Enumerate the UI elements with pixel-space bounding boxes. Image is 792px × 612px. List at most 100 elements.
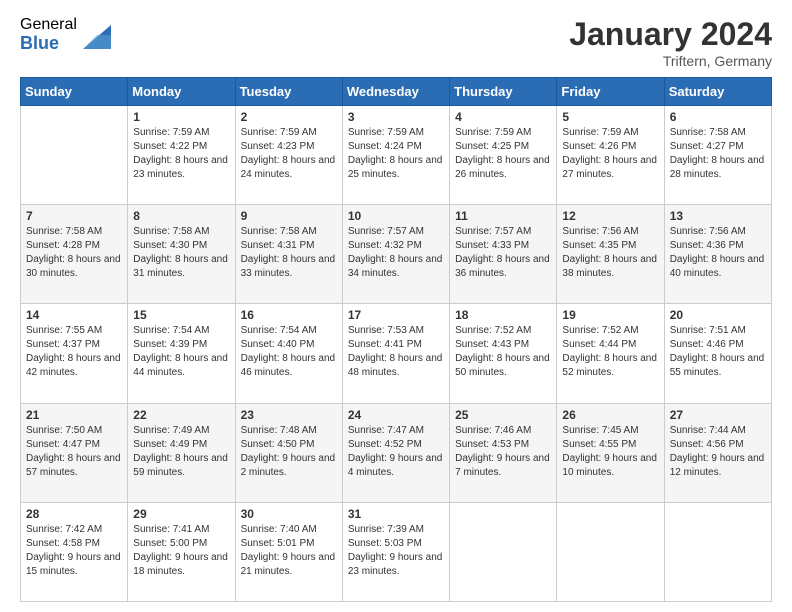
table-row: 18 Sunrise: 7:52 AM Sunset: 4:43 PM Dayl… [450,304,557,403]
sunrise-text: Sunrise: 7:56 AM [562,226,638,237]
table-row: 26 Sunrise: 7:45 AM Sunset: 4:55 PM Dayl… [557,403,664,502]
day-number: 18 [455,308,551,322]
sunset-text: Sunset: 4:23 PM [241,141,315,152]
day-number: 27 [670,408,766,422]
table-row: 2 Sunrise: 7:59 AM Sunset: 4:23 PM Dayli… [235,106,342,205]
sunset-text: Sunset: 4:49 PM [133,439,207,450]
day-detail: Sunrise: 7:45 AM Sunset: 4:55 PM Dayligh… [562,424,658,480]
calendar-week-row: 14 Sunrise: 7:55 AM Sunset: 4:37 PM Dayl… [21,304,772,403]
day-number: 8 [133,209,229,223]
day-number: 6 [670,110,766,124]
calendar-week-row: 1 Sunrise: 7:59 AM Sunset: 4:22 PM Dayli… [21,106,772,205]
day-detail: Sunrise: 7:59 AM Sunset: 4:23 PM Dayligh… [241,126,337,182]
daylight-text: Daylight: 8 hours and 23 minutes. [133,155,228,180]
sunrise-text: Sunrise: 7:41 AM [133,524,209,535]
day-detail: Sunrise: 7:46 AM Sunset: 4:53 PM Dayligh… [455,424,551,480]
day-detail: Sunrise: 7:57 AM Sunset: 4:33 PM Dayligh… [455,225,551,281]
table-row: 20 Sunrise: 7:51 AM Sunset: 4:46 PM Dayl… [664,304,771,403]
day-detail: Sunrise: 7:50 AM Sunset: 4:47 PM Dayligh… [26,424,122,480]
sunset-text: Sunset: 4:32 PM [348,240,422,251]
header-wednesday: Wednesday [342,78,449,106]
day-number: 23 [241,408,337,422]
sunrise-text: Sunrise: 7:50 AM [26,425,102,436]
day-number: 10 [348,209,444,223]
calendar-table: Sunday Monday Tuesday Wednesday Thursday… [20,77,772,602]
day-detail: Sunrise: 7:57 AM Sunset: 4:32 PM Dayligh… [348,225,444,281]
sunrise-text: Sunrise: 7:52 AM [455,325,531,336]
table-row: 16 Sunrise: 7:54 AM Sunset: 4:40 PM Dayl… [235,304,342,403]
daylight-text: Daylight: 9 hours and 21 minutes. [241,552,336,577]
sunrise-text: Sunrise: 7:59 AM [133,127,209,138]
sunrise-text: Sunrise: 7:44 AM [670,425,746,436]
daylight-text: Daylight: 8 hours and 38 minutes. [562,254,657,279]
daylight-text: Daylight: 8 hours and 34 minutes. [348,254,443,279]
day-number: 14 [26,308,122,322]
sunrise-text: Sunrise: 7:59 AM [455,127,531,138]
table-row: 1 Sunrise: 7:59 AM Sunset: 4:22 PM Dayli… [128,106,235,205]
sunrise-text: Sunrise: 7:57 AM [455,226,531,237]
sunrise-text: Sunrise: 7:42 AM [26,524,102,535]
day-detail: Sunrise: 7:52 AM Sunset: 4:43 PM Dayligh… [455,324,551,380]
header-friday: Friday [557,78,664,106]
daylight-text: Daylight: 9 hours and 18 minutes. [133,552,228,577]
calendar-week-row: 7 Sunrise: 7:58 AM Sunset: 4:28 PM Dayli… [21,205,772,304]
sunset-text: Sunset: 4:22 PM [133,141,207,152]
day-detail: Sunrise: 7:58 AM Sunset: 4:28 PM Dayligh… [26,225,122,281]
day-detail: Sunrise: 7:48 AM Sunset: 4:50 PM Dayligh… [241,424,337,480]
daylight-text: Daylight: 8 hours and 30 minutes. [26,254,121,279]
table-row: 22 Sunrise: 7:49 AM Sunset: 4:49 PM Dayl… [128,403,235,502]
sunrise-text: Sunrise: 7:56 AM [670,226,746,237]
table-row [21,106,128,205]
day-number: 11 [455,209,551,223]
day-detail: Sunrise: 7:58 AM Sunset: 4:27 PM Dayligh… [670,126,766,182]
sunrise-text: Sunrise: 7:59 AM [348,127,424,138]
sunset-text: Sunset: 4:30 PM [133,240,207,251]
table-row: 29 Sunrise: 7:41 AM Sunset: 5:00 PM Dayl… [128,502,235,601]
day-number: 31 [348,507,444,521]
day-detail: Sunrise: 7:47 AM Sunset: 4:52 PM Dayligh… [348,424,444,480]
daylight-text: Daylight: 8 hours and 42 minutes. [26,353,121,378]
day-number: 22 [133,408,229,422]
day-number: 28 [26,507,122,521]
day-number: 19 [562,308,658,322]
day-number: 7 [26,209,122,223]
daylight-text: Daylight: 9 hours and 4 minutes. [348,453,443,478]
day-detail: Sunrise: 7:58 AM Sunset: 4:31 PM Dayligh… [241,225,337,281]
day-detail: Sunrise: 7:59 AM Sunset: 4:25 PM Dayligh… [455,126,551,182]
day-number: 29 [133,507,229,521]
calendar-header-row: Sunday Monday Tuesday Wednesday Thursday… [21,78,772,106]
sunrise-text: Sunrise: 7:58 AM [133,226,209,237]
sunset-text: Sunset: 4:58 PM [26,538,100,549]
logo-general: General [20,16,77,34]
location: Triftern, Germany [569,53,772,69]
day-number: 30 [241,507,337,521]
day-number: 21 [26,408,122,422]
day-number: 17 [348,308,444,322]
table-row: 11 Sunrise: 7:57 AM Sunset: 4:33 PM Dayl… [450,205,557,304]
table-row: 27 Sunrise: 7:44 AM Sunset: 4:56 PM Dayl… [664,403,771,502]
day-detail: Sunrise: 7:54 AM Sunset: 4:39 PM Dayligh… [133,324,229,380]
table-row: 23 Sunrise: 7:48 AM Sunset: 4:50 PM Dayl… [235,403,342,502]
sunrise-text: Sunrise: 7:59 AM [562,127,638,138]
table-row: 17 Sunrise: 7:53 AM Sunset: 4:41 PM Dayl… [342,304,449,403]
daylight-text: Daylight: 8 hours and 50 minutes. [455,353,550,378]
sunset-text: Sunset: 4:39 PM [133,339,207,350]
sunset-text: Sunset: 4:26 PM [562,141,636,152]
sunrise-text: Sunrise: 7:54 AM [241,325,317,336]
day-number: 26 [562,408,658,422]
table-row: 10 Sunrise: 7:57 AM Sunset: 4:32 PM Dayl… [342,205,449,304]
table-row: 3 Sunrise: 7:59 AM Sunset: 4:24 PM Dayli… [342,106,449,205]
day-detail: Sunrise: 7:55 AM Sunset: 4:37 PM Dayligh… [26,324,122,380]
day-detail: Sunrise: 7:58 AM Sunset: 4:30 PM Dayligh… [133,225,229,281]
sunrise-text: Sunrise: 7:48 AM [241,425,317,436]
table-row: 19 Sunrise: 7:52 AM Sunset: 4:44 PM Dayl… [557,304,664,403]
daylight-text: Daylight: 8 hours and 55 minutes. [670,353,765,378]
table-row: 25 Sunrise: 7:46 AM Sunset: 4:53 PM Dayl… [450,403,557,502]
table-row: 9 Sunrise: 7:58 AM Sunset: 4:31 PM Dayli… [235,205,342,304]
sunset-text: Sunset: 5:00 PM [133,538,207,549]
sunset-text: Sunset: 4:47 PM [26,439,100,450]
daylight-text: Daylight: 8 hours and 28 minutes. [670,155,765,180]
header: General Blue January 2024 Triftern, Germ… [20,16,772,69]
day-number: 12 [562,209,658,223]
table-row [450,502,557,601]
